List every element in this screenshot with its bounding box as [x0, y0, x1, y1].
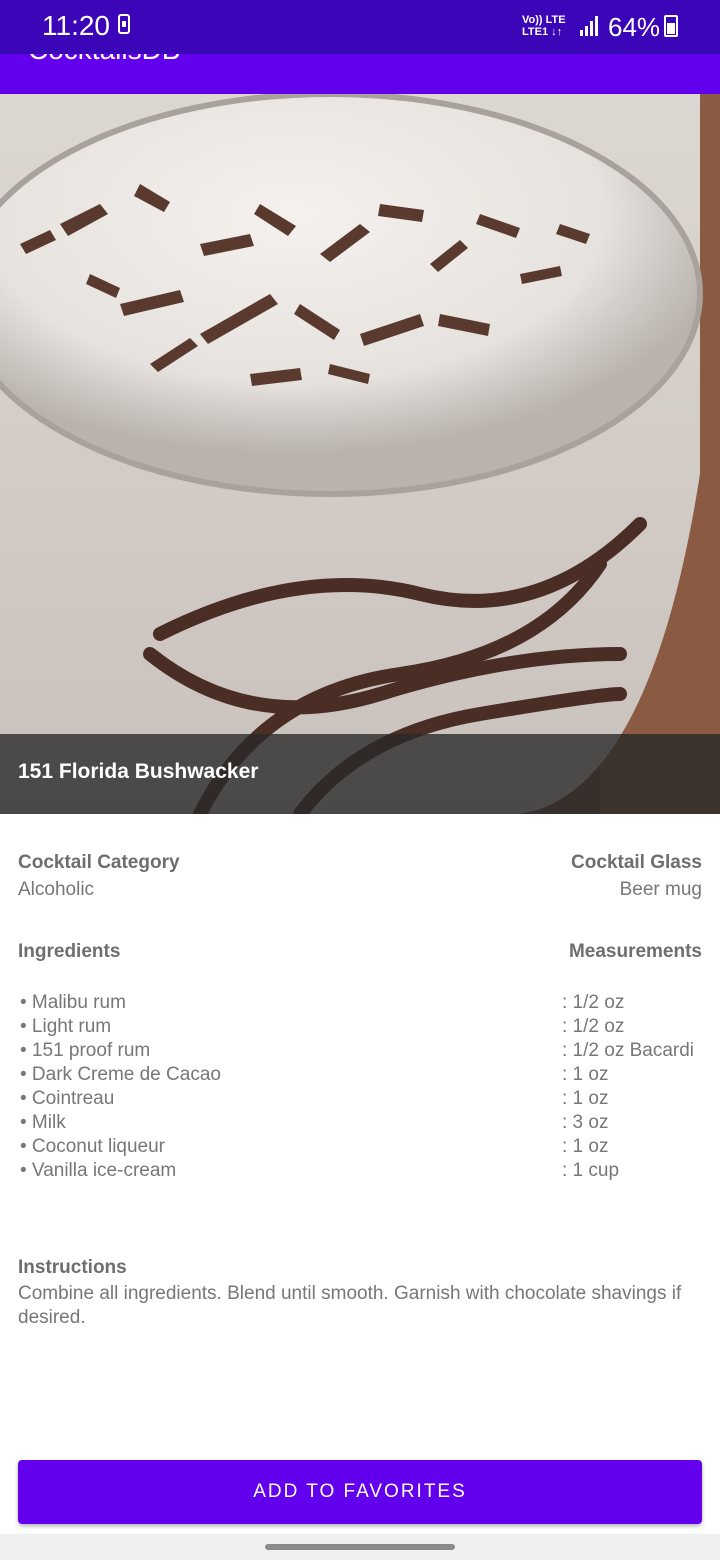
- battery-icon: [664, 15, 678, 37]
- home-indicator[interactable]: [265, 1544, 455, 1550]
- ingredient-item: • Dark Creme de Cacao: [20, 1064, 221, 1085]
- status-time: 11:20: [42, 10, 110, 41]
- cocktail-image: 151 Florida Bushwacker: [0, 94, 720, 814]
- status-bar: 11:20 Vo)) LTE LTE1 ↓↑ 64%: [0, 0, 720, 54]
- measurement-item: : 1/2 oz: [562, 992, 625, 1013]
- measurement-item: : 1/2 oz Bacardi: [562, 1040, 695, 1061]
- measurement-item: : 1/2 oz: [562, 1016, 625, 1037]
- ingredient-item: • Malibu rum: [20, 992, 126, 1013]
- measurement-item: : 1 oz: [562, 1064, 609, 1085]
- measurement-item: : 1 oz: [562, 1136, 609, 1157]
- phone-notification-icon: [118, 14, 130, 34]
- app-bar: CocktailsDB: [0, 54, 720, 94]
- instructions-text: Combine all ingredients. Blend until smo…: [18, 1283, 682, 1328]
- battery-percentage: 64%: [608, 12, 661, 42]
- ingredient-item: • Cointreau: [20, 1088, 115, 1109]
- category-value: Alcoholic: [18, 879, 95, 900]
- network-top-label: Vo)) LTE: [522, 14, 566, 26]
- measurement-item: : 1 oz: [562, 1088, 609, 1109]
- app-title: CocktailsDB: [28, 54, 180, 66]
- ingredient-item: • Vanilla ice-cream: [20, 1160, 177, 1181]
- glass-value: Beer mug: [619, 879, 702, 900]
- measurement-item: : 3 oz: [562, 1112, 609, 1133]
- glass-label: Cocktail Glass: [571, 852, 702, 873]
- category-label: Cocktail Category: [18, 852, 180, 873]
- network-bottom-label: LTE1 ↓↑: [522, 26, 563, 38]
- cocktail-photo: [0, 94, 720, 814]
- measurements-label: Measurements: [568, 941, 702, 962]
- cocktail-name-caption: 151 Florida Bushwacker: [0, 734, 720, 814]
- cocktail-name: 151 Florida Bushwacker: [18, 760, 259, 783]
- add-to-favorites-button[interactable]: ADD TO FAVORITES: [18, 1460, 702, 1524]
- signal-icon: [580, 16, 602, 36]
- instructions-label: Instructions: [18, 1257, 127, 1278]
- network-indicator: Vo)) LTE LTE1 ↓↑: [522, 14, 566, 38]
- system-nav-bar: [0, 1534, 720, 1560]
- measurement-item: : 1 cup: [562, 1160, 620, 1181]
- ingredients-label: Ingredients: [18, 941, 121, 962]
- ingredient-item: • 151 proof rum: [20, 1040, 151, 1061]
- measurements-list: : 1/2 oz : 1/2 oz : 1/2 oz Bacardi : 1 o…: [562, 991, 694, 1183]
- ingredients-list: • Malibu rum • Light rum • 151 proof rum…: [20, 991, 221, 1183]
- ingredient-item: • Coconut liqueur: [20, 1136, 166, 1157]
- ingredient-item: • Light rum: [20, 1016, 112, 1037]
- ingredient-item: • Milk: [20, 1112, 66, 1133]
